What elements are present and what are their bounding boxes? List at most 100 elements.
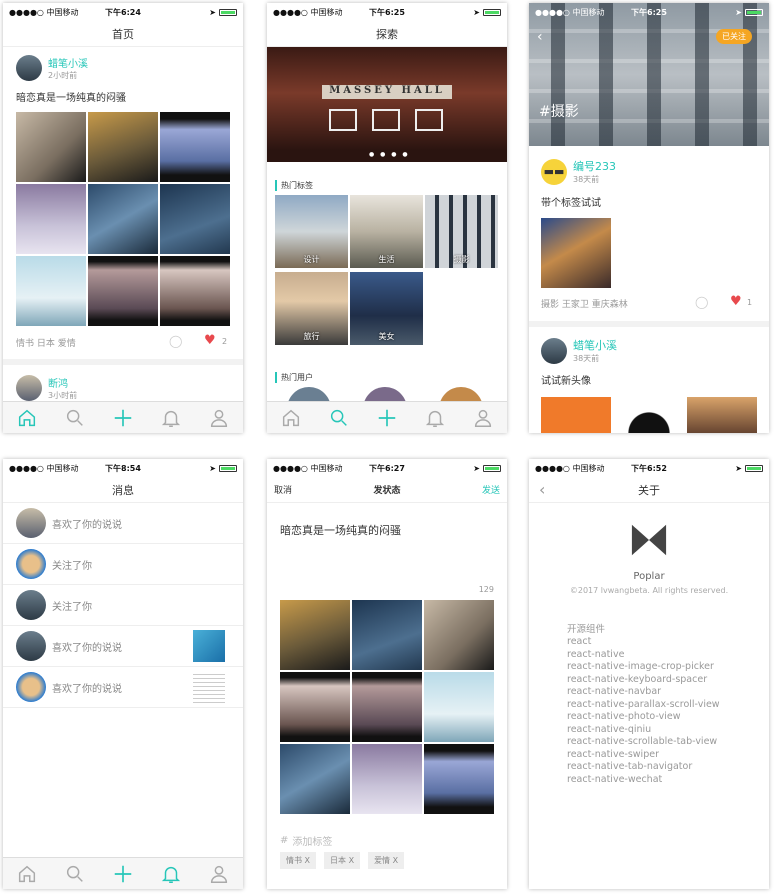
app-name: Poplar (633, 571, 665, 582)
photo[interactable] (424, 744, 494, 814)
cancel-button[interactable]: 取消 (274, 483, 292, 496)
comment-icon[interactable]: ◯ (695, 295, 708, 309)
photo[interactable] (160, 256, 230, 326)
section-title: 热门标签 (275, 180, 313, 191)
photo[interactable] (16, 112, 86, 182)
add-tag-button[interactable]: # 添加标签 (280, 833, 332, 848)
page-title: 消息 (3, 477, 243, 503)
avatar[interactable] (16, 55, 42, 81)
profile-icon[interactable] (208, 407, 230, 429)
post-header[interactable]: 蜡笔小溪 2小时前 (16, 55, 88, 81)
back-icon[interactable]: ‹ (539, 480, 545, 499)
author-name[interactable]: 断鸿 (48, 375, 77, 390)
photo[interactable] (541, 218, 611, 288)
profile-icon[interactable] (472, 407, 494, 429)
avatar[interactable]: ▬▬ (541, 158, 567, 185)
author-name[interactable]: 蜡笔小溪 (573, 337, 617, 353)
about-nav: ‹ 关于 (529, 477, 769, 503)
message-row[interactable]: 喜欢了你的说说 (3, 667, 243, 708)
profile-icon[interactable] (208, 863, 230, 885)
banner-carousel[interactable]: MASSEY HALL ● ● ● ● (267, 47, 507, 162)
photo[interactable] (16, 184, 86, 254)
tag-chip[interactable]: 爱情 X (368, 852, 405, 869)
status-bar: ●●●●○ 中国移动 下午6:52 ➤ (529, 459, 769, 477)
oss-item: react-native (567, 648, 625, 660)
avatar[interactable] (541, 337, 567, 364)
home-icon[interactable] (16, 407, 38, 429)
home-icon[interactable] (16, 863, 38, 885)
avatar[interactable] (16, 631, 46, 661)
bell-icon[interactable] (160, 407, 182, 429)
photo[interactable] (352, 672, 422, 742)
back-icon[interactable]: ‹ (537, 29, 543, 45)
avatar[interactable] (16, 508, 46, 538)
avatar[interactable] (16, 549, 46, 579)
photo[interactable] (280, 600, 350, 670)
avatar[interactable] (16, 375, 42, 401)
photo[interactable] (280, 672, 350, 742)
photo[interactable] (160, 112, 230, 182)
photo[interactable] (687, 397, 757, 433)
photo[interactable] (280, 744, 350, 814)
photo[interactable] (88, 184, 158, 254)
photo[interactable] (541, 397, 611, 433)
bell-icon[interactable] (160, 863, 182, 885)
add-icon[interactable] (112, 407, 134, 429)
comment-icon[interactable]: ◯ (169, 334, 182, 348)
explore-screen: ●●●●○ 中国移动 下午6:25 ➤ 探索 MASSEY HALL ● ● ●… (267, 3, 507, 433)
search-icon[interactable] (64, 407, 86, 429)
messages-screen: ●●●●○ 中国移动 下午8:54 ➤ 消息 喜欢了你的说说 关注了你 关注了你… (3, 459, 243, 889)
follow-button[interactable]: 已关注 (716, 29, 752, 44)
post-tags[interactable]: 情书 日本 爱情 (16, 336, 76, 349)
photo[interactable] (160, 184, 230, 254)
post-thumbnail[interactable] (193, 671, 225, 703)
tag-tile[interactable]: 生活 (350, 195, 423, 268)
heart-icon[interactable]: ♥ (730, 294, 742, 309)
post-text: 暗恋真是一场纯真的闷骚 (16, 93, 126, 104)
location-icon: ➤ (473, 463, 480, 473)
battery-icon (745, 464, 763, 472)
post-header[interactable]: 蜡笔小溪 38天前 (541, 337, 617, 364)
tag-chip[interactable]: 日本 X (324, 852, 361, 869)
photo[interactable] (614, 397, 684, 433)
message-row[interactable]: 喜欢了你的说说 (3, 503, 243, 544)
photo[interactable] (424, 600, 494, 670)
author-name[interactable]: 蜡笔小溪 (48, 55, 88, 70)
add-icon[interactable] (376, 407, 398, 429)
photo[interactable] (16, 256, 86, 326)
send-button[interactable]: 发送 (482, 483, 500, 496)
search-icon[interactable] (64, 863, 86, 885)
status-text-input[interactable]: 暗恋真是一场纯真的闷骚 (280, 522, 401, 538)
post-header[interactable]: 断鸿 3小时前 (16, 375, 77, 401)
tag-tile[interactable]: 旅行 (275, 272, 348, 345)
photo[interactable] (88, 256, 158, 326)
tag-tile[interactable]: 美女 (350, 272, 423, 345)
post-thumbnail[interactable] (193, 630, 225, 662)
tag-chip[interactable]: 情书 X (280, 852, 317, 869)
photo[interactable] (352, 600, 422, 670)
photo[interactable] (88, 112, 158, 182)
home-icon[interactable] (280, 407, 302, 429)
message-row[interactable]: 喜欢了你的说说 (3, 626, 243, 667)
tag-tile[interactable]: 摄影 (425, 195, 498, 268)
post-tags[interactable]: 摄影 王家卫 重庆森林 (541, 297, 628, 310)
photo[interactable] (424, 672, 494, 742)
page-title: 关于 (638, 483, 660, 497)
oss-item: react-native-tab-navigator (567, 761, 693, 772)
post-header[interactable]: ▬▬ 编号233 38天前 (541, 158, 616, 185)
search-icon[interactable] (328, 407, 350, 429)
photo[interactable] (352, 744, 422, 814)
add-icon[interactable] (112, 863, 134, 885)
message-text: 喜欢了你的说说 (52, 642, 122, 654)
avatar[interactable] (16, 672, 46, 702)
tag-tile[interactable]: 设计 (275, 195, 348, 268)
banner-sign: MASSEY HALL (322, 85, 452, 99)
author-name[interactable]: 编号233 (573, 158, 616, 174)
message-row[interactable]: 关注了你 (3, 585, 243, 626)
bell-icon[interactable] (424, 407, 446, 429)
avatar[interactable] (16, 590, 46, 620)
carrier: ●●●●○ 中国移动 (273, 7, 343, 17)
message-row[interactable]: 关注了你 (3, 544, 243, 585)
heart-icon[interactable]: ♥ (204, 333, 216, 348)
post-text: 试试新头像 (541, 376, 591, 387)
